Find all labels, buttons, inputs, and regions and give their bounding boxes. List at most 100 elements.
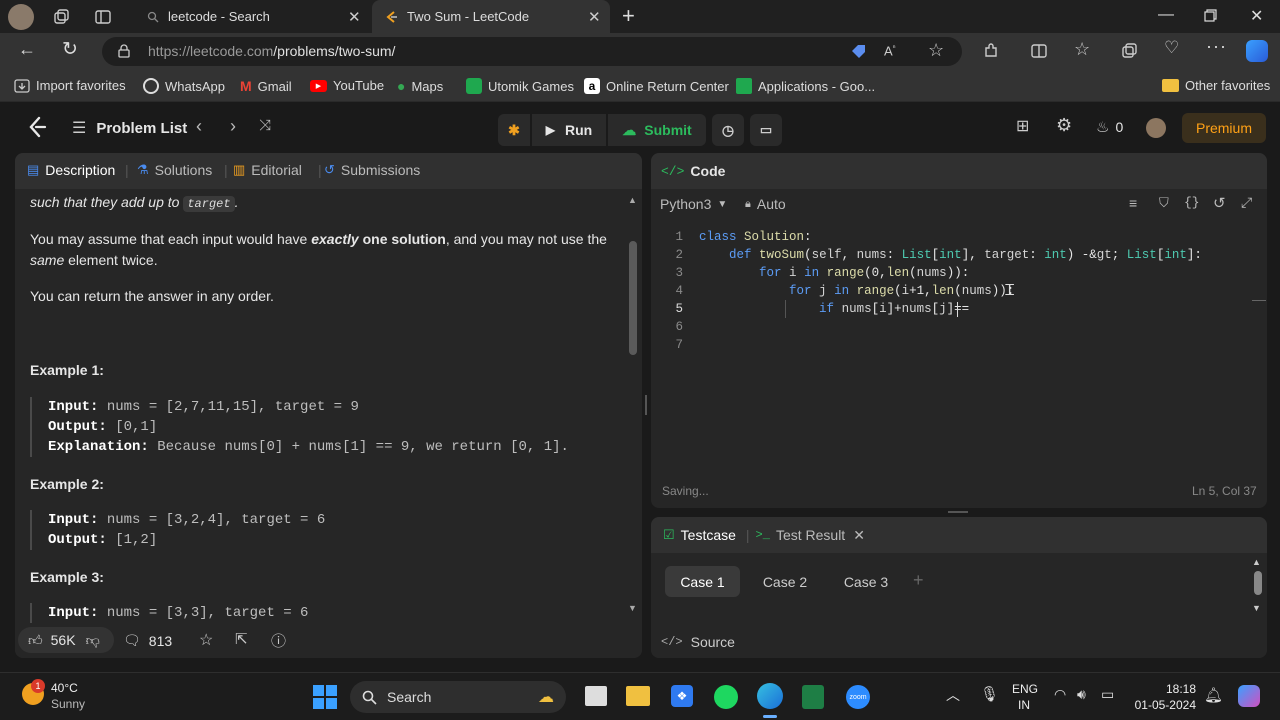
copilot-icon[interactable] [1246,40,1268,62]
edge-icon[interactable] [757,683,783,709]
language-select[interactable]: Python3 ▼ [660,196,727,212]
bookmark-applications[interactable]: Applications - Goo... [736,78,875,94]
file-explorer-icon[interactable] [626,686,650,706]
windows-start-icon[interactable] [313,685,337,709]
tab-submissions[interactable]: ↺ Submissions [324,162,420,178]
zoom-icon[interactable]: zoom [846,685,870,709]
wifi-icon[interactable]: ◠ [1054,686,1066,703]
region-code[interactable]: IN [1012,698,1036,712]
braces-icon[interactable]: {} [1184,195,1200,210]
dropbox-icon[interactable]: ❖ [671,685,693,707]
new-tab-icon[interactable]: + [622,3,635,29]
split-screen-icon[interactable] [1030,42,1048,60]
volume-icon[interactable]: 🔊︎ [1077,686,1086,703]
bookmark-icon[interactable]: ⛉ [1159,195,1169,211]
layout-icon[interactable]: ⊞ [1016,116,1029,136]
code-editor[interactable]: 1 2 3 4 5 6 7 class Solution: def twoSum… [651,228,1251,428]
workspaces-icon[interactable] [52,8,70,26]
copilot-taskbar-icon[interactable] [1238,685,1260,707]
case-1-tab[interactable]: Case 1 [665,566,740,597]
star-icon[interactable]: ☆ [199,630,213,650]
testcase-scrollbar-thumb[interactable] [1254,571,1262,595]
premium-button[interactable]: Premium [1182,113,1266,143]
expand-icon[interactable]: ⤢ [1241,194,1252,211]
notification-bell-icon[interactable]: 🔔︎ [1204,686,1223,704]
minimize-icon[interactable]: — [1158,6,1174,24]
tab-two-sum[interactable]: Two Sum - LeetCode ✕ [372,0,610,33]
tab-description[interactable]: ▤ Description [27,162,115,178]
bookmark-import-favorites[interactable]: Import favorites [14,78,126,93]
weather-temp[interactable]: 40°C [51,681,78,695]
source-bar[interactable]: </> Source [651,625,1267,658]
restore-icon[interactable] [1204,9,1217,22]
bookmark-youtube[interactable]: ▶ YouTube [310,78,384,93]
tab-actions-icon[interactable] [94,8,112,26]
streak-counter[interactable]: ♨ 0 [1096,118,1123,136]
add-case-icon[interactable]: + [913,570,924,591]
comments-button[interactable]: 🗨︎ 813 [123,632,172,649]
auto-mode-toggle[interactable]: 🔒︎ Auto [745,196,786,212]
close-tab-icon[interactable]: ✕ [588,8,601,26]
notes-button[interactable]: ▭ [750,114,782,146]
share-icon[interactable]: ⇱ [235,630,248,648]
tab-solutions[interactable]: ⚗ Solutions [137,162,212,178]
timer-button[interactable]: ◷ [712,114,744,146]
prev-problem-icon[interactable]: ‹ [196,116,202,137]
clock-time[interactable]: 18:18 [1136,682,1196,696]
excel-icon[interactable] [802,685,824,709]
refresh-icon[interactable]: ↻ [62,38,78,61]
bookmark-whatsapp[interactable]: WhatsApp [143,78,225,94]
spotify-icon[interactable] [714,685,738,709]
description-scrollbar-thumb[interactable] [629,241,637,355]
help-icon[interactable]: ⓘ [271,630,286,651]
scroll-down-icon[interactable]: ▼ [1252,603,1261,613]
profile-avatar[interactable] [8,4,34,30]
thumbs-up-icon[interactable]: 👍︎ [28,632,43,649]
language-code[interactable]: ENG [1012,682,1038,696]
bookmark-utomik-games[interactable]: Utomik Games [466,78,574,94]
tab-leetcode-search[interactable]: leetcode - Search ✕ [140,0,370,33]
run-button[interactable]: ▶ Run [532,114,606,146]
tab-test-result[interactable]: >_ Test Result [756,527,846,543]
settings-gear-icon[interactable]: ⚙ [1056,115,1072,136]
case-2-tab[interactable]: Case 2 [750,566,820,597]
collections-icon[interactable] [1120,42,1138,60]
task-view-icon[interactable] [585,686,607,706]
chevron-up-icon[interactable]: ︿ [946,685,960,705]
scroll-down-icon[interactable]: ▼ [628,603,637,613]
bookmark-online-return-center[interactable]: a Online Return Center [584,78,729,94]
favorites-icon[interactable]: ☆ [1074,39,1090,60]
tab-editorial[interactable]: ▥ Editorial [233,162,302,178]
problem-list-link[interactable]: ☰ Problem List [72,118,187,138]
taskbar-search[interactable]: Search ☁ [350,681,566,713]
next-problem-icon[interactable]: › [230,116,236,137]
scroll-up-icon[interactable]: ▲ [628,195,637,205]
debug-button[interactable]: ✱ [498,114,530,146]
more-menu-icon[interactable]: ··· [1206,36,1227,57]
shuffle-icon[interactable]: ⤨ [259,117,271,134]
microphone-icon[interactable]: 🎙︎ [980,685,999,703]
back-icon[interactable]: ← [18,39,36,60]
close-window-icon[interactable]: ✕ [1250,6,1263,26]
weather-desc[interactable]: Sunny [51,697,85,711]
vertical-resize-handle[interactable] [948,511,968,513]
bookmark-gmail[interactable]: M Gmail [240,78,292,94]
leetcode-logo-icon[interactable] [27,116,47,138]
scroll-up-icon[interactable]: ▲ [1252,557,1261,567]
battery-icon[interactable]: ▭ [1101,686,1114,703]
favorite-star-icon[interactable]: ☆ [928,40,944,61]
user-avatar[interactable] [1146,118,1166,138]
close-tab-icon[interactable]: ✕ [348,8,361,26]
close-icon[interactable]: ✕ [853,527,865,544]
bookmark-other-favorites[interactable]: Other favorites [1162,78,1270,93]
tab-testcase[interactable]: ☑ Testcase [663,527,736,543]
format-icon[interactable]: ≡ [1129,195,1137,211]
bookmark-maps[interactable]: ● Maps [397,78,443,94]
browser-essentials-icon[interactable]: ♡ [1164,38,1179,58]
case-3-tab[interactable]: Case 3 [831,566,901,597]
clock-date[interactable]: 01-05-2024 [1128,698,1196,712]
submit-button[interactable]: ☁ Submit [608,114,706,146]
read-aloud-icon[interactable]: Aⁿ [884,43,896,58]
extensions-icon[interactable] [982,42,1000,60]
reset-icon[interactable]: ↺ [1213,194,1226,212]
